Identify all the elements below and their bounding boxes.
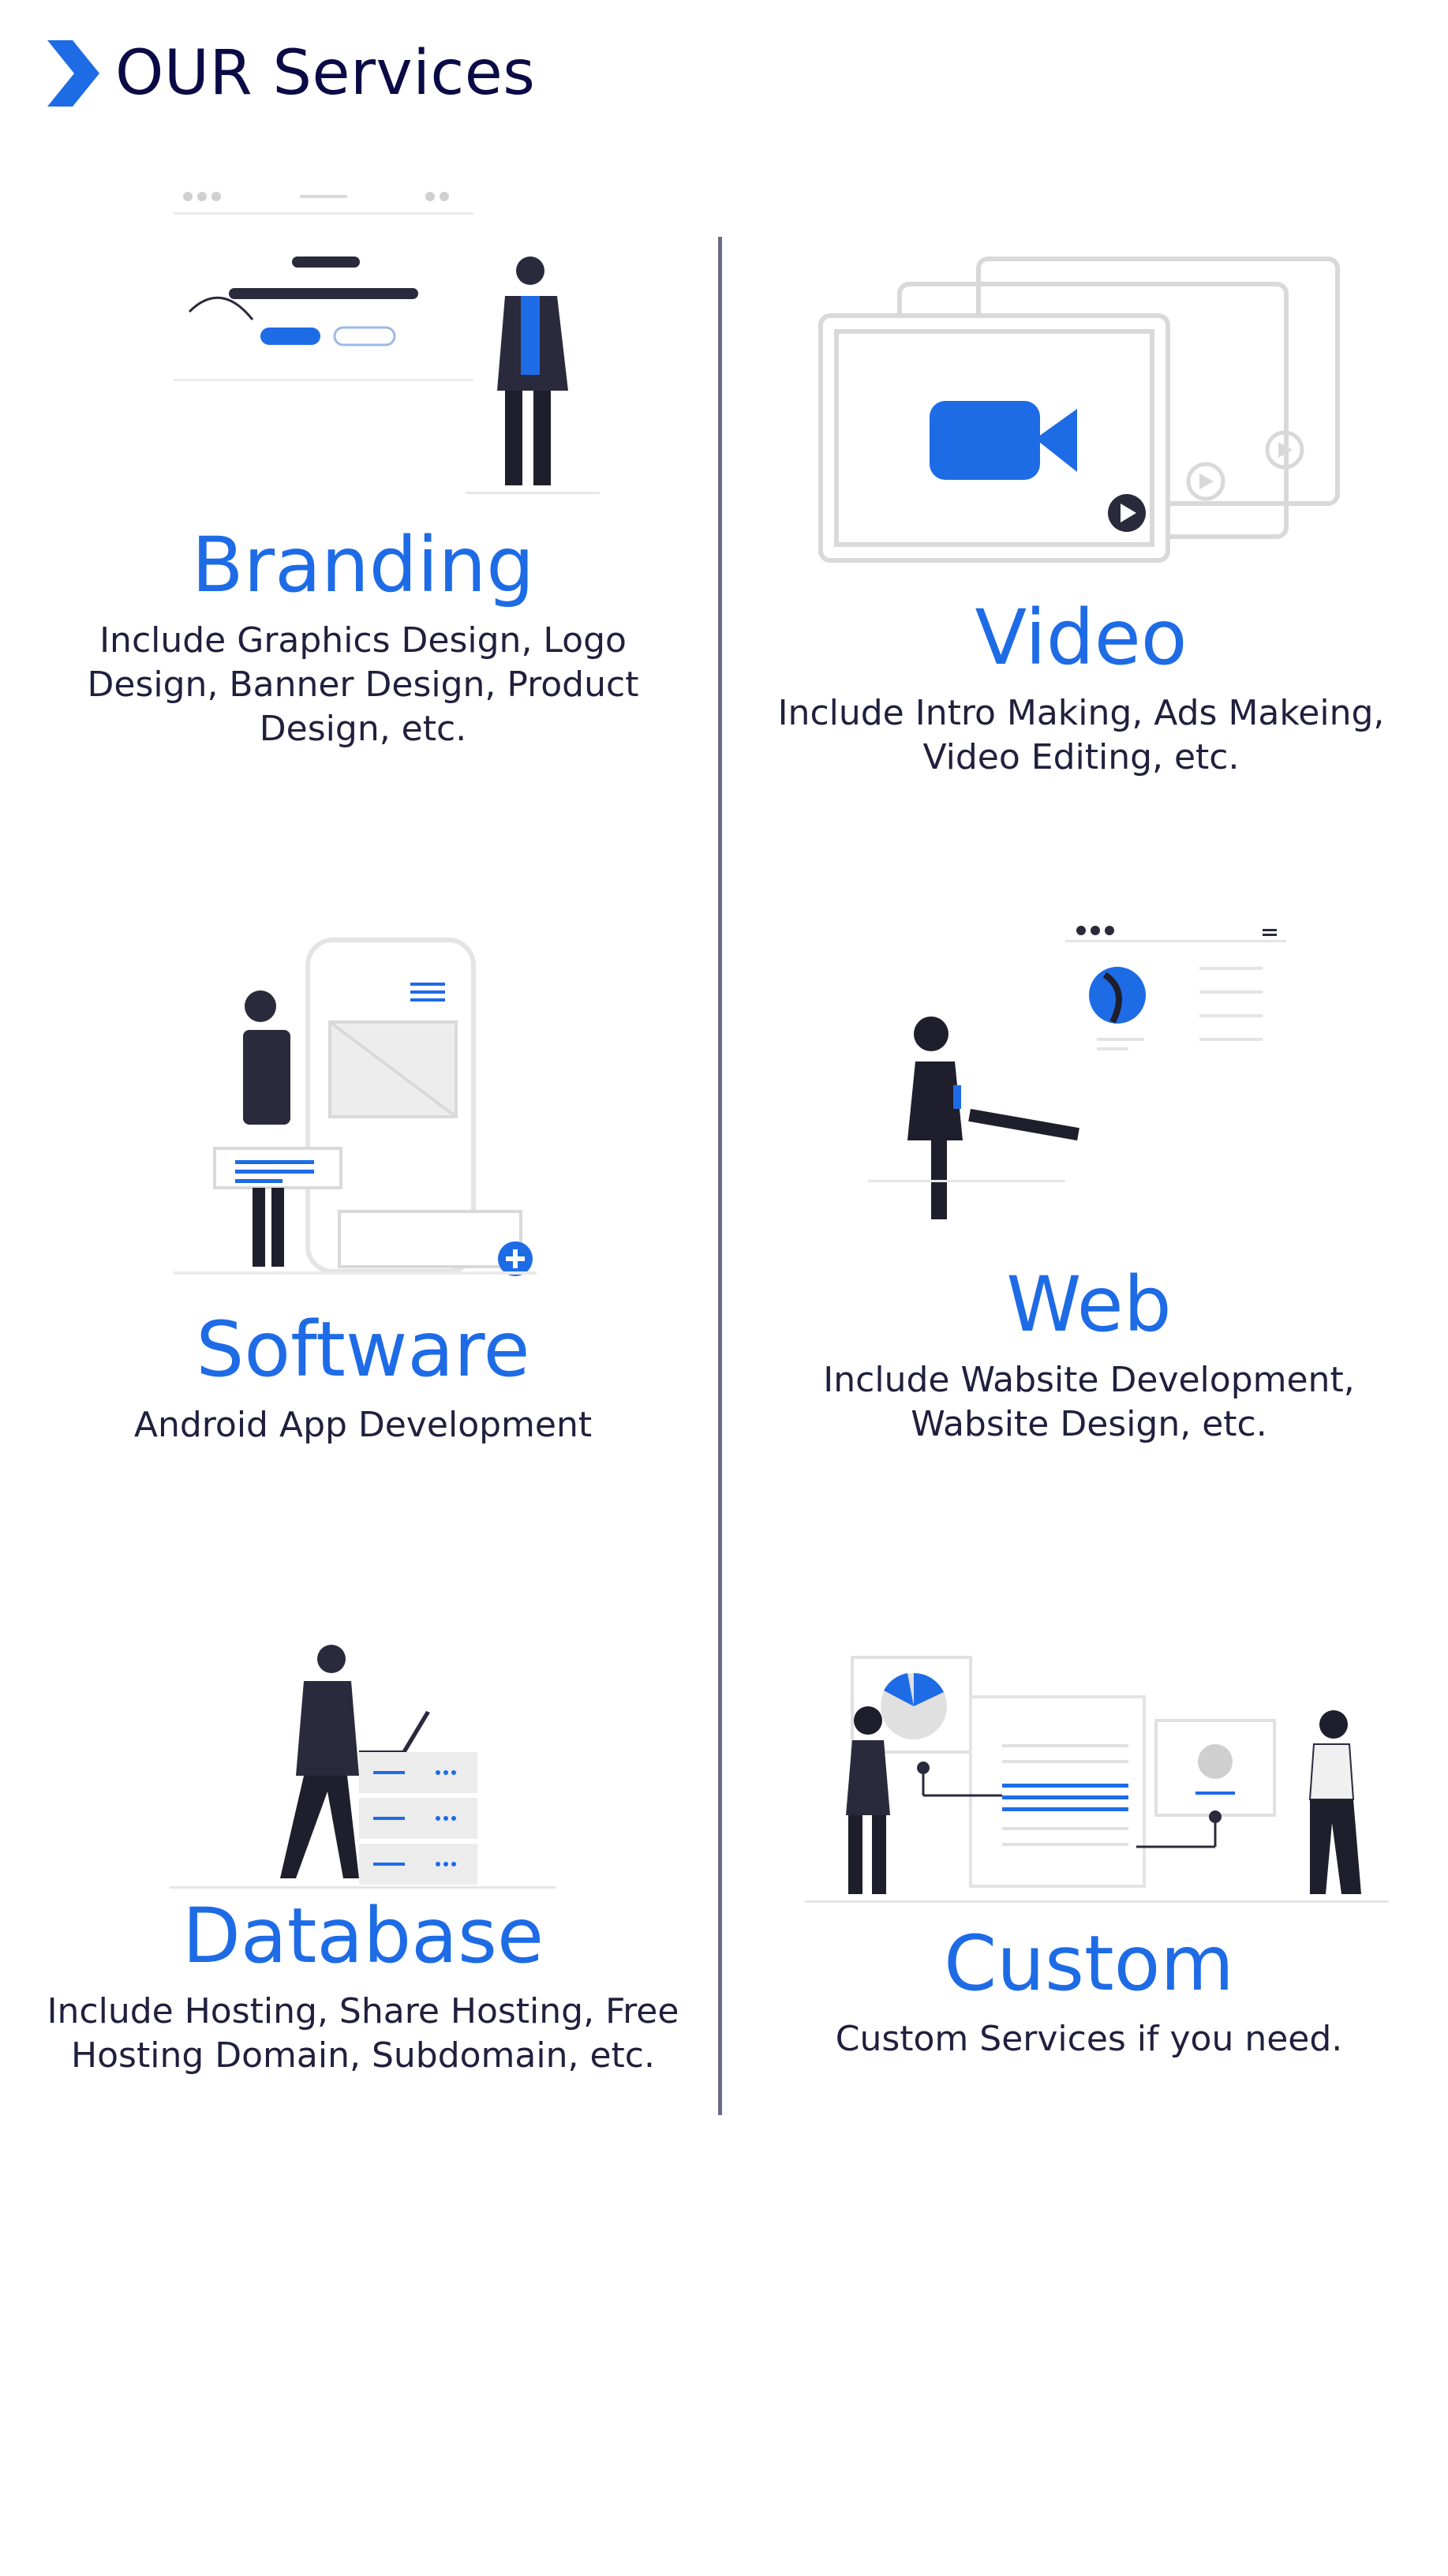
service-title: Software [196, 1305, 530, 1394]
service-branding: Branding Include Graphics Design, Logo D… [47, 527, 679, 751]
service-description: Include Intro Making, Ads Makeing, Video… [777, 693, 1385, 777]
service-title: Web [1006, 1260, 1172, 1349]
service-description: Android App Development [133, 1405, 593, 1445]
service-title: Database [181, 1892, 544, 1980]
service-software: Software Android App Development [47, 1312, 679, 1447]
service-description: Include Hosting, Share Hosting, Free Hos… [47, 1991, 679, 2076]
page-title: OUR Services [115, 38, 536, 109]
page-header: OUR Services [44, 38, 535, 109]
service-description: Custom Services if you need. [835, 2019, 1343, 2059]
service-web: Web Include Wabsite Development, Wabsite… [758, 1267, 1420, 1447]
service-description: Include Graphics Design, Logo Design, Ba… [87, 620, 639, 749]
software-illustration [174, 938, 537, 1276]
chevron-right-icon [47, 40, 99, 107]
service-description: Include Wabsite Development, Wabsite Des… [823, 1360, 1355, 1444]
custom-illustration [805, 1656, 1389, 1903]
video-illustration [818, 256, 1340, 563]
web-illustration [868, 926, 1286, 1219]
database-illustration [170, 1645, 556, 1889]
column-divider [718, 237, 722, 2115]
service-title: Custom [944, 1919, 1234, 2008]
branding-illustration [174, 192, 600, 494]
service-title: Branding [191, 521, 535, 609]
service-database: Database Include Hosting, Share Hosting,… [32, 1898, 694, 2078]
service-title: Video [975, 593, 1188, 682]
service-video: Video Include Intro Making, Ads Makeing,… [750, 600, 1412, 780]
service-custom: Custom Custom Services if you need. [750, 1926, 1428, 2061]
